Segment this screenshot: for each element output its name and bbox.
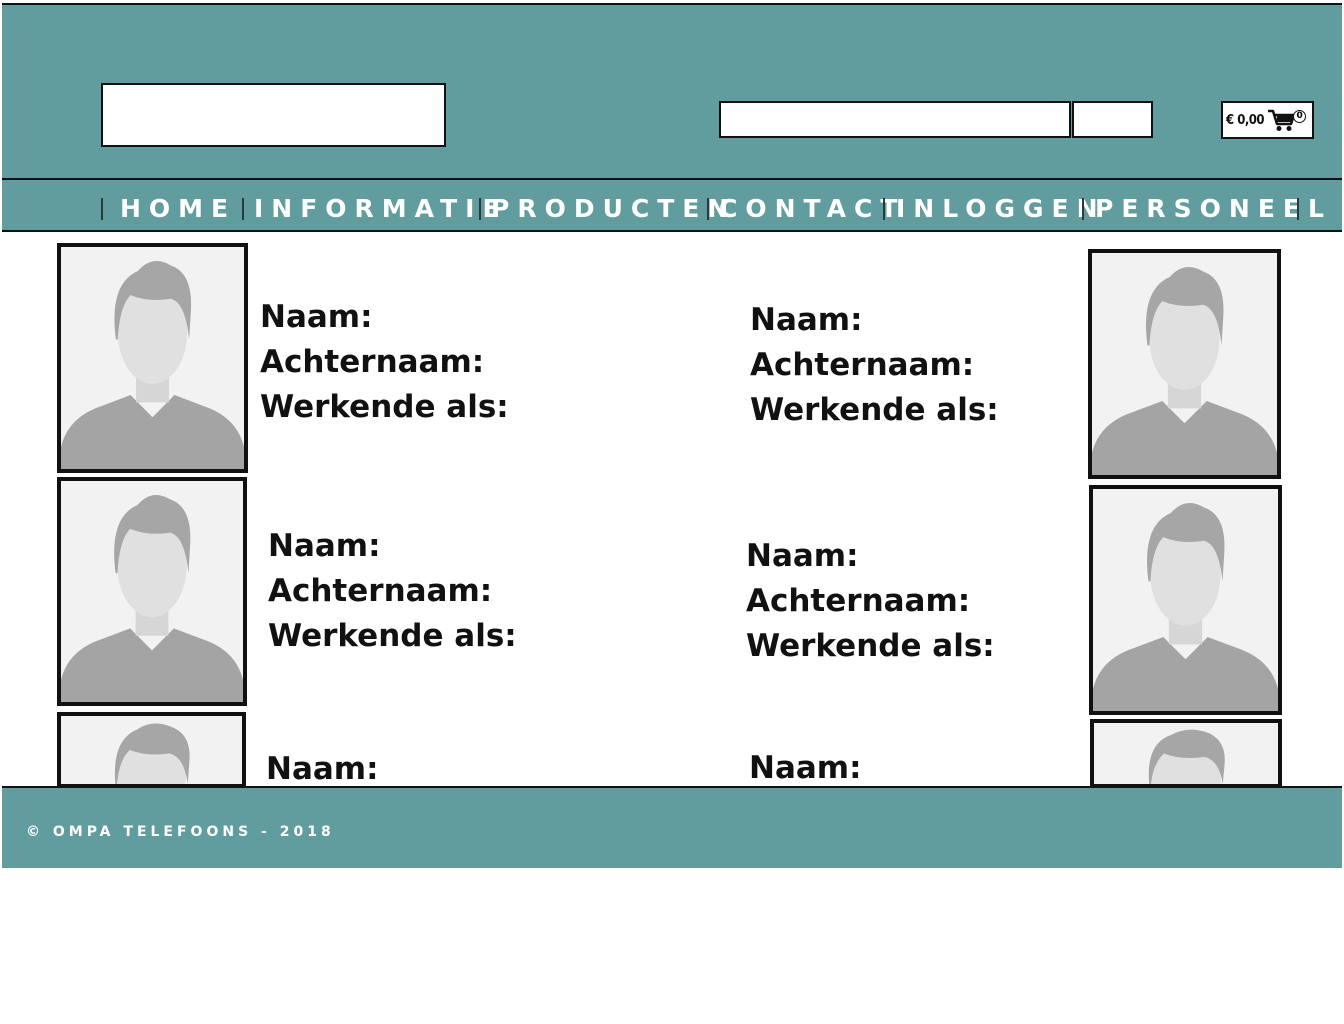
staff-info: Naam: (749, 746, 861, 791)
staff-name-label: Naam: (749, 750, 862, 786)
avatar-placeholder-icon (1092, 267, 1277, 475)
copyright-text: © OMPA TELEFOONS - 2018 (26, 824, 335, 840)
shopping-cart-icon: 0 (1267, 107, 1307, 133)
nav-item-contact[interactable]: CONTACT (719, 192, 905, 226)
avatar (1088, 249, 1281, 479)
staff-role-label: Werkende als: (260, 389, 509, 425)
staff-role-label: Werkende als: (746, 628, 995, 664)
site-footer: © OMPA TELEFOONS - 2018 (2, 786, 1342, 868)
avatar-placeholder-icon (1148, 729, 1225, 784)
avatar (57, 712, 246, 788)
nav-separator (479, 198, 481, 220)
search-input[interactable] (719, 101, 1071, 138)
search-button[interactable] (1072, 101, 1153, 138)
avatar-placeholder-icon (1093, 503, 1278, 711)
staff-name-label: Naam: (268, 528, 381, 564)
nav-separator (1297, 198, 1299, 220)
staff-lastname-label: Achternaam: (746, 583, 971, 619)
staff-name-label: Naam: (746, 538, 859, 574)
nav-item-producten[interactable]: PRODUCTEN (491, 192, 736, 226)
avatar-placeholder-icon (61, 261, 244, 469)
nav-separator (883, 198, 885, 220)
nav-separator (1082, 198, 1084, 220)
cart-widget[interactable]: € 0,00 0 (1221, 101, 1314, 139)
nav-item-inloggen[interactable]: INLOGGEN (896, 192, 1106, 226)
staff-lastname-label: Achternaam: (268, 573, 493, 609)
nav-item-home[interactable]: HOME (120, 192, 236, 226)
avatar (1090, 719, 1282, 788)
nav-separator (242, 198, 244, 220)
avatar (57, 477, 247, 706)
staff-name-label: Naam: (750, 302, 863, 338)
staff-info: Naam: Achternaam: Werkende als: (260, 295, 509, 430)
staff-info: Naam: Achternaam: Werkende als: (750, 298, 999, 433)
staff-name-label: Naam: (260, 299, 373, 335)
staff-info: Naam: Achternaam: Werkende als: (268, 524, 517, 659)
nav-item-informatie[interactable]: INFORMATIE (254, 192, 508, 226)
avatar (1089, 485, 1282, 715)
cart-count-badge: 0 (1293, 110, 1307, 123)
staff-lastname-label: Achternaam: (260, 344, 485, 380)
site-header: € 0,00 0 (2, 3, 1342, 180)
staff-info: Naam: Achternaam: Werkende als: (746, 534, 995, 669)
staff-role-label: Werkende als: (268, 618, 517, 654)
staff-role-label: Werkende als: (750, 392, 999, 428)
staff-lastname-label: Achternaam: (750, 347, 975, 383)
avatar (57, 243, 248, 473)
avatar-placeholder-icon (114, 723, 190, 784)
avatar-placeholder-icon (61, 494, 243, 702)
cart-price: € 0,00 (1226, 112, 1265, 128)
nav-separator (707, 198, 709, 220)
nav-separator (101, 198, 103, 220)
logo-placeholder[interactable] (101, 83, 446, 147)
